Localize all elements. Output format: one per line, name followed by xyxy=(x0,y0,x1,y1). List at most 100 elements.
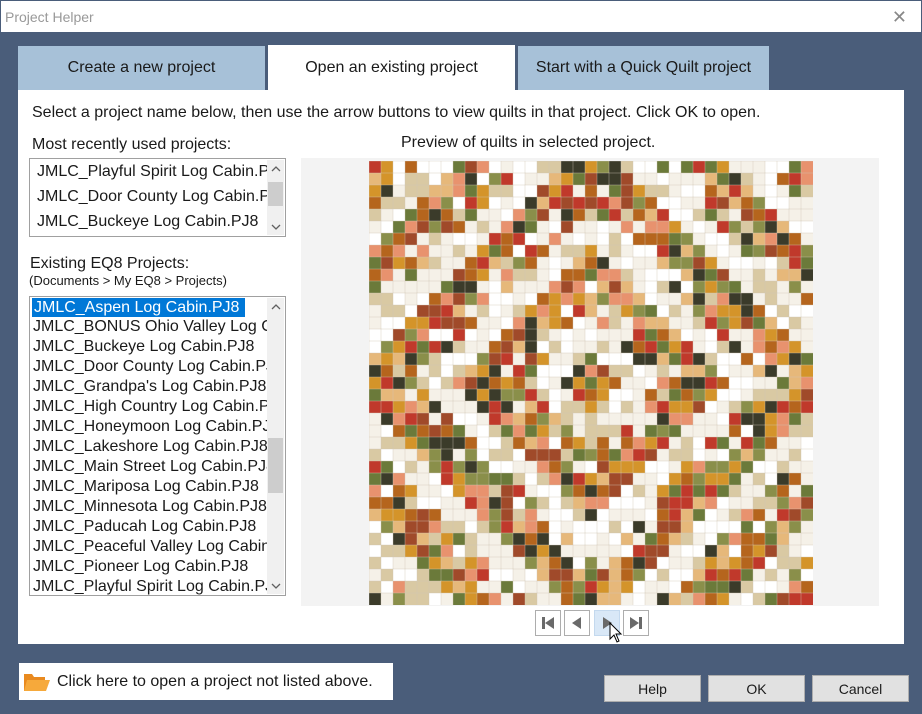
recent-project-item[interactable]: JMLC_Buckeye Log Cabin.PJ8 xyxy=(30,209,267,234)
quilt-patch xyxy=(416,520,430,534)
quilt-patch xyxy=(440,388,454,402)
quilt-patch xyxy=(500,316,514,330)
existing-project-item[interactable]: JMLC_Peaceful Valley Log Cabin.PJ8 xyxy=(30,537,267,557)
open-other-project-button[interactable]: Click here to open a project not listed … xyxy=(19,663,393,700)
quilt-patch xyxy=(428,304,442,318)
scroll-up-icon[interactable] xyxy=(267,298,284,315)
tab-open-existing-project[interactable]: Open an existing project xyxy=(268,45,515,91)
existing-project-item[interactable]: JMLC_Door County Log Cabin.PJ8 xyxy=(30,357,267,377)
quilt-patch xyxy=(716,580,730,594)
tab-label: Open an existing project xyxy=(305,59,478,76)
quilt-patch xyxy=(716,460,730,474)
existing-project-item[interactable]: JMLC_Mariposa Log Cabin.PJ8 xyxy=(30,477,267,497)
existing-project-item[interactable]: JMLC_Grandpa's Log Cabin.PJ8 xyxy=(30,377,267,397)
quilt-patch xyxy=(440,220,454,234)
existing-project-item[interactable]: JMLC_Aspen Log Cabin.PJ8 xyxy=(32,298,245,317)
quilt-patch xyxy=(788,520,802,534)
existing-project-item[interactable]: JMLC_Buckeye Log Cabin.PJ8 xyxy=(30,337,267,357)
quilt-patch xyxy=(656,412,670,426)
existing-project-item[interactable]: JMLC_Honeymoon Log Cabin.PJ8 xyxy=(30,417,267,437)
ok-button[interactable]: OK xyxy=(708,675,805,702)
quilt-patch xyxy=(512,364,526,378)
quilt-patch xyxy=(800,508,813,522)
existing-scrollbar[interactable] xyxy=(267,298,284,594)
quilt-patch xyxy=(800,161,813,174)
quilt-patch xyxy=(392,376,406,390)
last-quilt-button[interactable] xyxy=(623,610,649,636)
quilt-patch xyxy=(632,460,646,474)
recent-project-item[interactable]: JMLC_Playful Spirit Log Cabin.PJ8 xyxy=(30,159,267,184)
first-quilt-button[interactable] xyxy=(535,610,561,636)
existing-project-item[interactable]: JMLC_Paducah Log Cabin.PJ8 xyxy=(30,517,267,537)
recent-scrollbar[interactable] xyxy=(267,160,284,235)
existing-project-item[interactable]: JMLC_High Country Log Cabin.PJ8 xyxy=(30,397,267,417)
recent-project-item[interactable]: JMLC_Door County Log Cabin.PJ8 xyxy=(30,184,267,209)
quilt-patch xyxy=(524,436,538,450)
quilt-patch xyxy=(800,304,813,318)
quilt-patch xyxy=(632,400,646,414)
quilt-patch xyxy=(536,556,550,570)
quilt-patch xyxy=(416,376,430,390)
quilt-patch xyxy=(680,352,694,366)
quilt-patch xyxy=(464,220,478,234)
quilt-patch xyxy=(464,436,478,450)
existing-project-item[interactable]: JMLC_Playful Spirit Log Cabin.PJ8 xyxy=(30,577,267,595)
existing-project-item[interactable]: JMLC_Lakeshore Log Cabin.PJ8 xyxy=(30,437,267,457)
quilt-patch xyxy=(380,412,394,426)
help-button[interactable]: Help xyxy=(604,675,701,702)
quilt-patch xyxy=(776,484,790,498)
scroll-down-icon[interactable] xyxy=(267,218,284,235)
recent-projects-list[interactable]: JMLC_Playful Spirit Log Cabin.PJ8 JMLC_Do… xyxy=(29,158,286,237)
quilt-patch xyxy=(752,376,766,390)
quilt-patch xyxy=(464,472,478,486)
quilt-patch xyxy=(704,520,718,534)
quilt-patch xyxy=(740,256,754,270)
quilt-patch xyxy=(560,340,574,354)
quilt-patch xyxy=(644,544,658,558)
quilt-patch xyxy=(428,196,442,210)
quilt-patch xyxy=(668,292,682,306)
previous-quilt-button[interactable] xyxy=(564,610,590,636)
quilt-patch xyxy=(716,161,730,174)
quilt-patch xyxy=(644,568,658,582)
quilt-patch xyxy=(776,328,790,342)
quilt-patch xyxy=(452,472,466,486)
quilt-patch xyxy=(369,256,382,270)
quilt-patch xyxy=(536,256,550,270)
quilt-patch xyxy=(716,484,730,498)
quilt-patch xyxy=(584,292,598,306)
scroll-up-icon[interactable] xyxy=(267,160,284,177)
quilt-patch xyxy=(369,280,382,294)
cancel-button[interactable]: Cancel xyxy=(812,675,909,702)
tab-create-new-project[interactable]: Create a new project xyxy=(18,46,265,90)
quilt-patch xyxy=(620,400,634,414)
quilt-patch xyxy=(644,316,658,330)
quilt-patch xyxy=(632,388,646,402)
quilt-patch xyxy=(692,196,706,210)
quilt-patch xyxy=(440,448,454,462)
existing-projects-list[interactable]: JMLC_Aspen Log Cabin.PJ8 JMLC_BONUS Ohio … xyxy=(29,296,286,596)
close-icon[interactable]: ✕ xyxy=(892,7,907,28)
tab-quick-quilt-project[interactable]: Start with a Quick Quilt project xyxy=(518,46,769,90)
existing-project-item[interactable]: JMLC_Main Street Log Cabin.PJ8 xyxy=(30,457,267,477)
quilt-patch xyxy=(369,400,382,414)
existing-project-item[interactable]: JMLC_Minnesota Log Cabin.PJ8 xyxy=(30,497,267,517)
existing-project-item[interactable]: JMLC_BONUS Ohio Valley Log Cabin.PJ8 xyxy=(30,317,267,337)
quilt-patch xyxy=(404,484,418,498)
quilt-patch xyxy=(728,568,742,582)
quilt-patch xyxy=(752,580,766,594)
quilt-patch xyxy=(608,472,622,486)
scroll-thumb[interactable] xyxy=(268,182,283,206)
scroll-down-icon[interactable] xyxy=(267,577,284,594)
scroll-thumb[interactable] xyxy=(268,438,283,493)
existing-project-item[interactable]: JMLC_Pioneer Log Cabin.PJ8 xyxy=(30,557,267,577)
quilt-patch xyxy=(560,448,574,462)
quilt-patch xyxy=(632,412,646,426)
quilt-patch xyxy=(716,208,730,222)
quilt-patch xyxy=(584,484,598,498)
quilt-patch xyxy=(500,364,514,378)
quilt-patch xyxy=(369,304,382,318)
quilt-patch xyxy=(560,304,574,318)
quilt-patch xyxy=(788,244,802,258)
quilt-patch xyxy=(752,448,766,462)
